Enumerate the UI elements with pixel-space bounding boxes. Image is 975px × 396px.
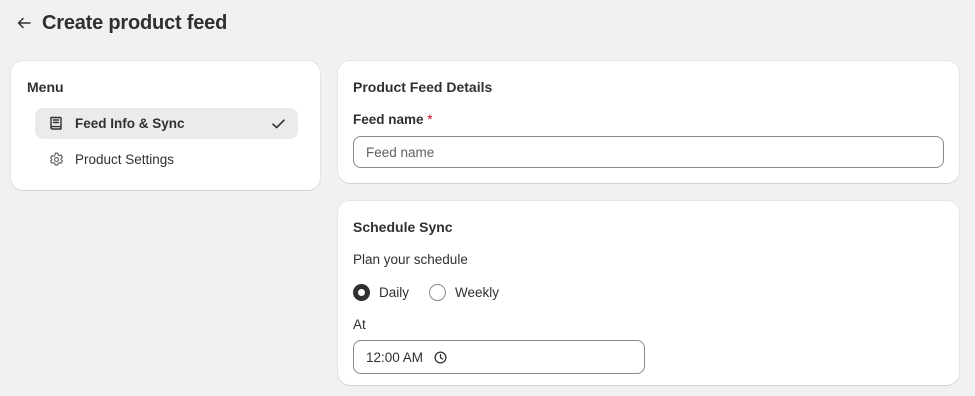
menu-item-feed-info-sync[interactable]: Feed Info & Sync [35,108,298,139]
menu-item-label: Product Settings [75,152,175,167]
checkmark-icon [270,116,286,132]
schedule-title: Schedule Sync [353,219,453,235]
product-feed-details-card: Product Feed Details Feed name * [338,61,959,183]
radio-weekly[interactable]: Weekly [429,283,500,301]
menu-card: Menu Feed Info & Sync Product Settings [11,61,320,190]
feed-name-input[interactable] [353,136,944,168]
required-marker: * [427,112,433,127]
time-picker-input[interactable]: 12:00 AM [353,340,645,374]
schedule-sync-card: Schedule Sync Plan your schedule Daily W… [338,201,959,385]
radio-daily[interactable]: Daily [353,283,410,301]
details-title: Product Feed Details [353,79,493,95]
arrow-left-icon [17,17,31,29]
page-header: Create product feed [14,10,227,36]
create-product-feed-page: Create product feed Menu Feed Info & Syn… [0,0,975,396]
book-icon [48,116,64,132]
radio-daily-label: Daily [379,284,410,300]
menu-item-label: Feed Info & Sync [75,116,185,131]
schedule-frequency-group: Daily Weekly [353,282,944,302]
feed-name-label-text: Feed name [353,112,424,127]
schedule-description: Plan your schedule [353,252,468,267]
radio-circle-unchecked[interactable] [429,283,447,301]
back-button[interactable] [14,13,34,33]
radio-circle-checked[interactable] [353,283,370,301]
menu-title: Menu [27,79,64,95]
time-label: At [353,317,366,332]
clock-icon[interactable] [433,350,447,364]
time-value: 12:00 AM [366,349,424,365]
page-title: Create product feed [42,11,228,34]
menu-item-product-settings[interactable]: Product Settings [35,144,298,175]
menu-list: Feed Info & Sync Product Settings [27,108,304,175]
gear-icon [48,152,64,168]
radio-weekly-label: Weekly [455,284,500,300]
feed-name-label: Feed name * [353,111,944,129]
